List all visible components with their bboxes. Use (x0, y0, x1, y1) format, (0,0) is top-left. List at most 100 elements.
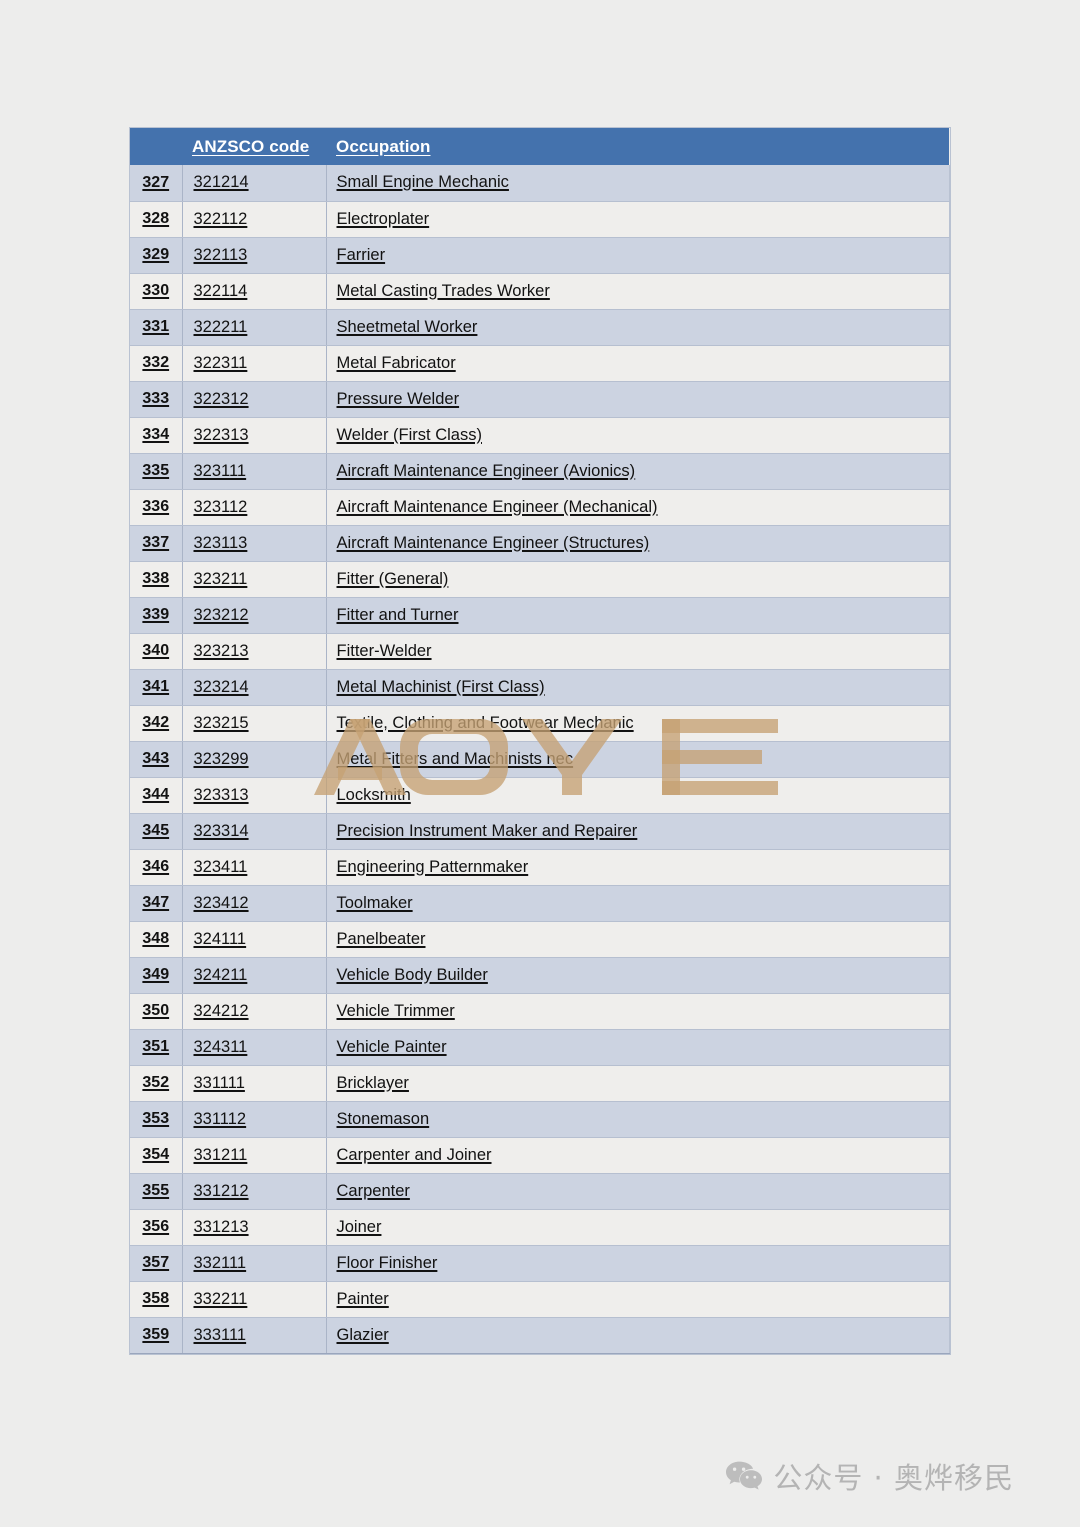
occupation-value: Floor Finisher (336, 1253, 438, 1272)
column-header-occupation-label: Occupation (336, 136, 431, 156)
column-header-index (130, 128, 182, 165)
table-row: 352 331111 Bricklayer (130, 1065, 950, 1102)
occupation-value: Aircraft Maintenance Engineer (Avionics) (336, 461, 636, 480)
footer-branding: 公众号 · 奥烨移民 (0, 1452, 1080, 1500)
anzsco-code-value: 333111 (193, 1325, 247, 1344)
anzsco-code-cell: 332111 (182, 1245, 327, 1282)
anzsco-code-cell: 323411 (182, 849, 327, 886)
row-index-value: 348 (142, 930, 170, 947)
occupation-cell: Vehicle Body Builder (326, 957, 950, 994)
anzsco-code-cell: 322114 (182, 273, 327, 310)
anzsco-code-value: 331211 (193, 1145, 248, 1164)
anzsco-code-cell: 322211 (182, 309, 327, 346)
column-header-anzsco-code-label: ANZSCO code (192, 136, 310, 156)
anzsco-code-value: 324212 (193, 1001, 249, 1020)
anzsco-code-cell: 322112 (182, 201, 327, 238)
occupation-cell: Bricklayer (326, 1065, 950, 1102)
occupation-cell: Welder (First Class) (326, 417, 950, 454)
anzsco-code-value: 332111 (193, 1253, 247, 1272)
row-index-value: 351 (142, 1038, 170, 1055)
anzsco-code-cell: 331112 (182, 1101, 327, 1138)
occupation-cell: Toolmaker (326, 885, 950, 922)
anzsco-code-cell: 323299 (182, 741, 327, 778)
occupation-value: Metal Machinist (First Class) (336, 677, 545, 696)
row-index-cell: 339 (130, 597, 183, 634)
occupation-value: Metal Casting Trades Worker (336, 281, 550, 300)
row-index-value: 354 (142, 1146, 170, 1163)
row-index-cell: 341 (130, 669, 183, 706)
anzsco-code-value: 331112 (193, 1109, 247, 1128)
row-index-cell: 329 (130, 237, 183, 274)
table-row: 336 323112 Aircraft Maintenance Engineer (… (130, 489, 950, 526)
occupation-cell: Sheetmetal Worker (326, 309, 950, 346)
occupation-value: Painter (336, 1289, 389, 1308)
anzsco-code-cell: 322312 (182, 381, 327, 418)
row-index-value: 344 (142, 786, 170, 803)
table-row: 329 322113 Farrier (130, 237, 950, 274)
table-row: 330 322114 Metal Casting Trades Worker (130, 273, 950, 310)
occupation-cell: Fitter and Turner (326, 597, 950, 634)
occupation-cell: Floor Finisher (326, 1245, 950, 1282)
occupation-cell: Fitter (General) (326, 561, 950, 598)
occupation-cell: Pressure Welder (326, 381, 950, 418)
occupation-cell: Aircraft Maintenance Engineer (Avionics) (326, 453, 950, 490)
occupation-cell: Panelbeater (326, 921, 950, 958)
table-row: 340 323213 Fitter-Welder (130, 633, 950, 670)
occupation-cell: Metal Fitters and Machinists nec (326, 741, 950, 778)
anzsco-code-value: 323313 (193, 785, 249, 804)
row-index-value: 336 (142, 498, 170, 515)
anzsco-code-cell: 323215 (182, 705, 327, 742)
row-index-cell: 348 (130, 921, 183, 958)
anzsco-code-value: 323299 (193, 749, 249, 768)
row-index-cell: 350 (130, 993, 183, 1030)
occupation-value: Fitter and Turner (336, 605, 459, 624)
row-index-value: 357 (142, 1254, 170, 1271)
row-index-cell: 356 (130, 1209, 183, 1246)
row-index-value: 345 (142, 822, 170, 839)
table-row: 327 321214 Small Engine Mechanic (130, 165, 950, 202)
row-index-value: 342 (142, 714, 170, 731)
row-index-cell: 338 (130, 561, 183, 598)
anzsco-code-value: 323212 (193, 605, 249, 624)
row-index-cell: 351 (130, 1029, 183, 1066)
occupation-value: Small Engine Mechanic (336, 173, 509, 192)
table-row: 344 323313 Locksmith (130, 777, 950, 814)
table-row: 354 331211 Carpenter and Joiner (130, 1137, 950, 1174)
occupation-value: Aircraft Maintenance Engineer (Mechanica… (336, 497, 658, 516)
occupation-cell: Engineering Patternmaker (326, 849, 950, 886)
occupation-cell: Vehicle Trimmer (326, 993, 950, 1030)
occupation-value: Stonemason (336, 1109, 430, 1128)
occupation-cell: Locksmith (326, 777, 950, 814)
occupation-value: Carpenter (336, 1181, 410, 1200)
row-index-value: 353 (142, 1110, 170, 1127)
anzsco-code-value: 323112 (193, 497, 248, 516)
column-header-anzsco-code: ANZSCO code (182, 128, 326, 165)
anzsco-code-cell: 321214 (182, 165, 327, 202)
anzsco-code-cell: 332211 (182, 1281, 327, 1318)
row-index-value: 337 (142, 534, 170, 551)
anzsco-code-value: 323113 (193, 533, 248, 552)
anzsco-code-value: 331111 (193, 1073, 245, 1092)
table-row: 333 322312 Pressure Welder (130, 381, 950, 418)
anzsco-code-value: 322312 (193, 389, 249, 408)
occupation-value: Welder (First Class) (336, 425, 482, 444)
table-row: 331 322211 Sheetmetal Worker (130, 309, 950, 346)
table-row: 338 323211 Fitter (General) (130, 561, 950, 598)
anzsco-code-cell: 333111 (182, 1317, 327, 1354)
anzsco-code-value: 323111 (193, 461, 247, 480)
row-index-cell: 337 (130, 525, 183, 562)
row-index-cell: 343 (130, 741, 183, 778)
table-body: 327 321214 Small Engine Mechanic 328 322112 E… (130, 165, 950, 1354)
occupation-cell: Precision Instrument Maker and Repairer (326, 813, 950, 850)
anzsco-code-cell: 324212 (182, 993, 327, 1030)
table-row: 346 323411 Engineering Patternmaker (130, 849, 950, 886)
anzsco-code-cell: 322313 (182, 417, 327, 454)
occupation-cell: Aircraft Maintenance Engineer (Mechanica… (326, 489, 950, 526)
table-row: 351 324311 Vehicle Painter (130, 1029, 950, 1066)
row-index-value: 338 (142, 570, 170, 587)
row-index-value: 350 (142, 1002, 170, 1019)
row-index-cell: 355 (130, 1173, 183, 1210)
table-row: 341 323214 Metal Machinist (First Class) (130, 669, 950, 706)
footer-text: 公众号 · 奥烨移民 (773, 1461, 1014, 1495)
table-row: 332 322311 Metal Fabricator (130, 345, 950, 382)
